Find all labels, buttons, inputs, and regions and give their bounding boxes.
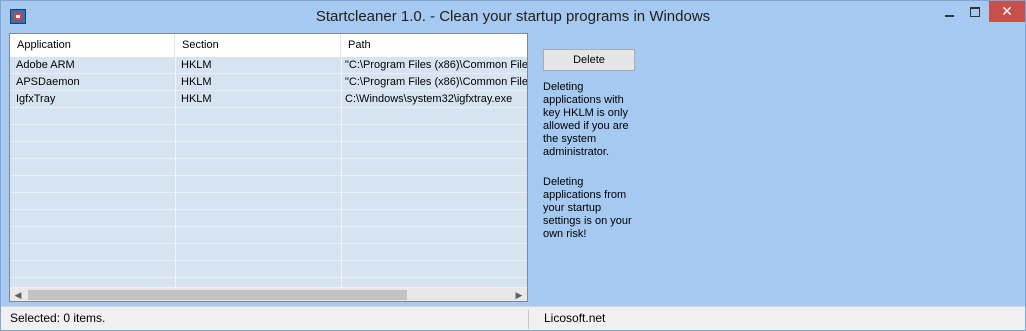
selected-count: Selected: 0 items. bbox=[10, 311, 106, 325]
list-body[interactable]: Adobe ARM HKLM "C:\Program Files (x86)\C… bbox=[10, 57, 528, 287]
column-header-path[interactable]: Path bbox=[341, 34, 527, 57]
chevron-left-icon[interactable]: ◀ bbox=[10, 288, 26, 301]
chevron-right-icon[interactable]: ▶ bbox=[511, 288, 527, 301]
cell-application: Adobe ARM bbox=[16, 59, 75, 71]
column-header-section[interactable]: Section bbox=[175, 34, 341, 57]
cell-path: C:\Windows\system32\igfxtray.exe bbox=[345, 93, 513, 105]
close-icon: ✕ bbox=[1001, 3, 1013, 19]
minimize-icon bbox=[944, 14, 954, 17]
close-button[interactable]: ✕ bbox=[989, 1, 1025, 22]
maximize-button[interactable] bbox=[962, 1, 988, 22]
delete-button[interactable]: Delete bbox=[543, 49, 635, 71]
cell-section: HKLM bbox=[181, 93, 212, 105]
cell-path: "C:\Program Files (x86)\Common Files\ bbox=[345, 76, 528, 88]
startup-programs-list[interactable]: Application Section Path Adobe ARM HKLM … bbox=[9, 33, 528, 302]
title-bar[interactable]: Startcleaner 1.0. - Clean your startup p… bbox=[1, 1, 1025, 32]
window-title: Startcleaner 1.0. - Clean your startup p… bbox=[315, 8, 711, 25]
admin-note: Deleting applications with key HKLM is o… bbox=[543, 81, 629, 158]
table-row[interactable]: Adobe ARM HKLM "C:\Program Files (x86)\C… bbox=[10, 57, 528, 73]
cell-application: IgfxTray bbox=[16, 93, 56, 105]
minimize-button[interactable] bbox=[936, 1, 962, 22]
company-name: Licosoft.net bbox=[544, 311, 606, 325]
cell-path: "C:\Program Files (x86)\Common Files\ bbox=[345, 59, 528, 71]
column-header-application[interactable]: Application bbox=[10, 34, 175, 57]
risk-note: Deleting applications from your startup … bbox=[543, 176, 632, 240]
scrollbar-thumb[interactable] bbox=[28, 290, 407, 300]
status-separator bbox=[528, 310, 529, 329]
list-header: Application Section Path bbox=[10, 34, 527, 58]
cell-section: HKLM bbox=[181, 59, 212, 71]
main-window: Startcleaner 1.0. - Clean your startup p… bbox=[0, 0, 1026, 331]
table-row[interactable]: APSDaemon HKLM "C:\Program Files (x86)\C… bbox=[10, 74, 528, 90]
cell-application: APSDaemon bbox=[16, 76, 80, 88]
table-row[interactable]: IgfxTray HKLM C:\Windows\system32\igfxtr… bbox=[10, 91, 527, 107]
horizontal-scrollbar[interactable]: ◀ ▶ bbox=[10, 287, 527, 301]
cell-section: HKLM bbox=[181, 76, 212, 88]
maximize-icon bbox=[970, 6, 980, 17]
status-bar: Selected: 0 items. Licosoft.net bbox=[1, 306, 1025, 330]
